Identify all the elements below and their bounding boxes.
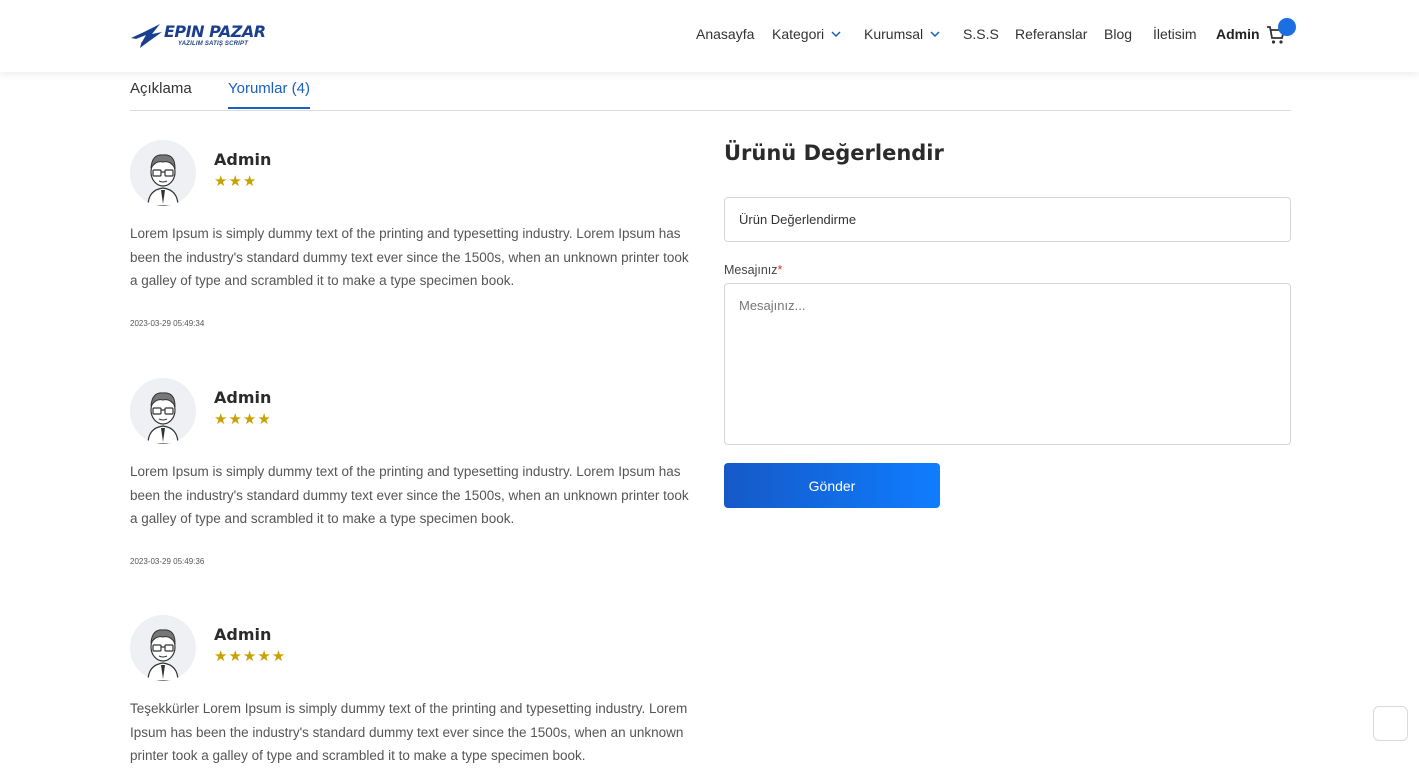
nav-iletisim[interactable]: İletisim	[1153, 26, 1197, 42]
site-header: EPIN PAZAR YAZILIM SATIŞ SCRIPT Anasayfa…	[0, 0, 1419, 72]
rating-select-value: Ürün Değerlendirme	[739, 212, 857, 227]
review-item: Admin ★★★★ Lorem Ipsum is simply dummy t…	[130, 378, 696, 578]
message-label: Mesajınız*	[724, 263, 782, 277]
required-mark: *	[777, 263, 783, 277]
scroll-top-button[interactable]	[1373, 706, 1408, 741]
nav-kurumsal[interactable]: Kurumsal	[864, 26, 940, 42]
avatar	[130, 615, 196, 681]
tab-yorumlar[interactable]: Yorumlar (4)	[228, 80, 310, 109]
rating-select[interactable]: Ürün Değerlendirme	[724, 197, 1291, 242]
nav-blog-label: Blog	[1104, 26, 1133, 42]
nav-user-label: Admin	[1216, 26, 1260, 42]
nav-kategori[interactable]: Kategori	[772, 26, 841, 42]
nav-sss-label: S.S.S	[963, 26, 999, 42]
bird-logo-icon	[131, 24, 162, 48]
review-date: 2023-03-29 05:49:36	[130, 557, 205, 566]
review-text: Teşekkürler Lorem Ipsum is simply dummy …	[130, 701, 688, 763]
user-avatar-icon	[147, 154, 179, 206]
brand-tagline: YAZILIM SATIŞ SCRIPT	[178, 41, 249, 47]
nav-blog[interactable]: Blog	[1104, 26, 1132, 42]
review-stars: ★★★★	[214, 411, 272, 428]
review-stars: ★★★	[214, 173, 258, 190]
brand-logo[interactable]: EPIN PAZAR YAZILIM SATIŞ SCRIPT	[130, 20, 266, 52]
avatar	[130, 140, 196, 206]
nav-sss[interactable]: S.S.S	[963, 26, 999, 42]
chevron-down-icon	[930, 31, 940, 37]
review-author: Admin	[214, 388, 272, 407]
avatar	[130, 378, 196, 444]
message-label-text: Mesajınız	[724, 263, 778, 277]
nav-user-admin[interactable]: Admin	[1216, 26, 1260, 42]
submit-button[interactable]: Gönder	[724, 463, 940, 508]
review-author: Admin	[214, 150, 272, 169]
nav-referanslar-label: Referanslar	[1015, 26, 1088, 42]
nav-iletisim-label: İletisim	[1153, 26, 1197, 42]
chevron-down-icon	[831, 31, 841, 37]
product-tabs: Açıklama Yorumlar (4)	[130, 72, 1291, 111]
review-date: 2023-03-29 05:49:34	[130, 319, 205, 328]
review-text: Lorem Ipsum is simply dummy text of the …	[130, 226, 689, 288]
review-item: Admin ★★★★★ Teşekkürler Lorem Ipsum is s…	[130, 615, 696, 763]
nav-anasayfa[interactable]: Anasayfa	[696, 26, 754, 42]
review-author: Admin	[214, 625, 272, 644]
tab-aciklama[interactable]: Açıklama	[130, 80, 192, 107]
cart-badge	[1278, 18, 1296, 36]
nav-anasayfa-label: Anasayfa	[696, 26, 755, 42]
nav-kurumsal-label: Kurumsal	[864, 26, 924, 42]
brand-name: EPIN PAZAR	[164, 22, 266, 41]
user-avatar-icon	[147, 629, 179, 681]
message-textarea[interactable]	[724, 283, 1291, 445]
user-avatar-icon	[147, 392, 179, 444]
review-form-title: Ürünü Değerlendir	[724, 141, 944, 165]
nav-referanslar[interactable]: Referanslar	[1015, 26, 1087, 42]
review-item: Admin ★★★ Lorem Ipsum is simply dummy te…	[130, 140, 696, 340]
review-text: Lorem Ipsum is simply dummy text of the …	[130, 464, 689, 526]
nav-kategori-label: Kategori	[772, 26, 825, 42]
review-stars: ★★★★★	[214, 648, 287, 665]
